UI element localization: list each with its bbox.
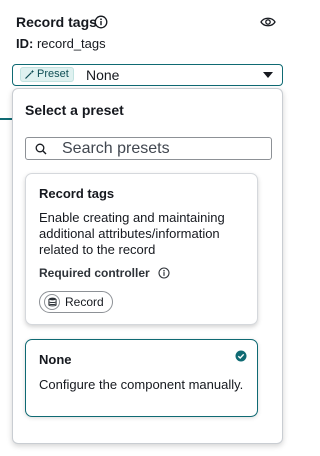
controller-chip: Record [39, 291, 113, 313]
tab-indicator [0, 118, 12, 120]
card-title: Record tags [39, 186, 115, 201]
preset-badge-label: Preset [37, 68, 69, 80]
eye-icon[interactable] [260, 15, 276, 29]
preset-card-none[interactable]: None Configure the component manually. [25, 339, 258, 417]
caret-down-icon[interactable] [263, 72, 273, 78]
component-id: ID: record_tags [16, 36, 106, 51]
card-description: Enable creating and maintaining addition… [39, 210, 225, 257]
preset-select[interactable]: Preset None [12, 64, 283, 86]
required-controller-label: Required controller [39, 266, 150, 280]
dropdown-heading: Select a preset [25, 102, 124, 118]
info-icon[interactable] [158, 267, 170, 279]
preset-badge: Preset [20, 67, 74, 82]
preset-card-record-tags[interactable]: Record tags Enable creating and maintain… [25, 173, 258, 325]
search-input[interactable] [62, 139, 267, 158]
card-title: None [39, 352, 72, 367]
property-header: Record tags [16, 12, 278, 32]
search-icon [35, 143, 47, 155]
property-title: Record tags [16, 14, 97, 30]
id-label: ID: [16, 36, 34, 51]
info-icon[interactable] [94, 15, 108, 29]
preset-select-value: None [86, 67, 120, 83]
id-value: record_tags [36, 36, 106, 51]
magic-wand-icon [25, 69, 35, 79]
database-icon [44, 294, 60, 310]
chip-label: Record [65, 295, 104, 309]
check-circle-icon [235, 350, 247, 362]
search-box[interactable] [25, 137, 272, 160]
preset-dropdown: Select a preset Record tags Enable creat… [12, 88, 283, 444]
card-description: Configure the component manually. [39, 377, 244, 392]
